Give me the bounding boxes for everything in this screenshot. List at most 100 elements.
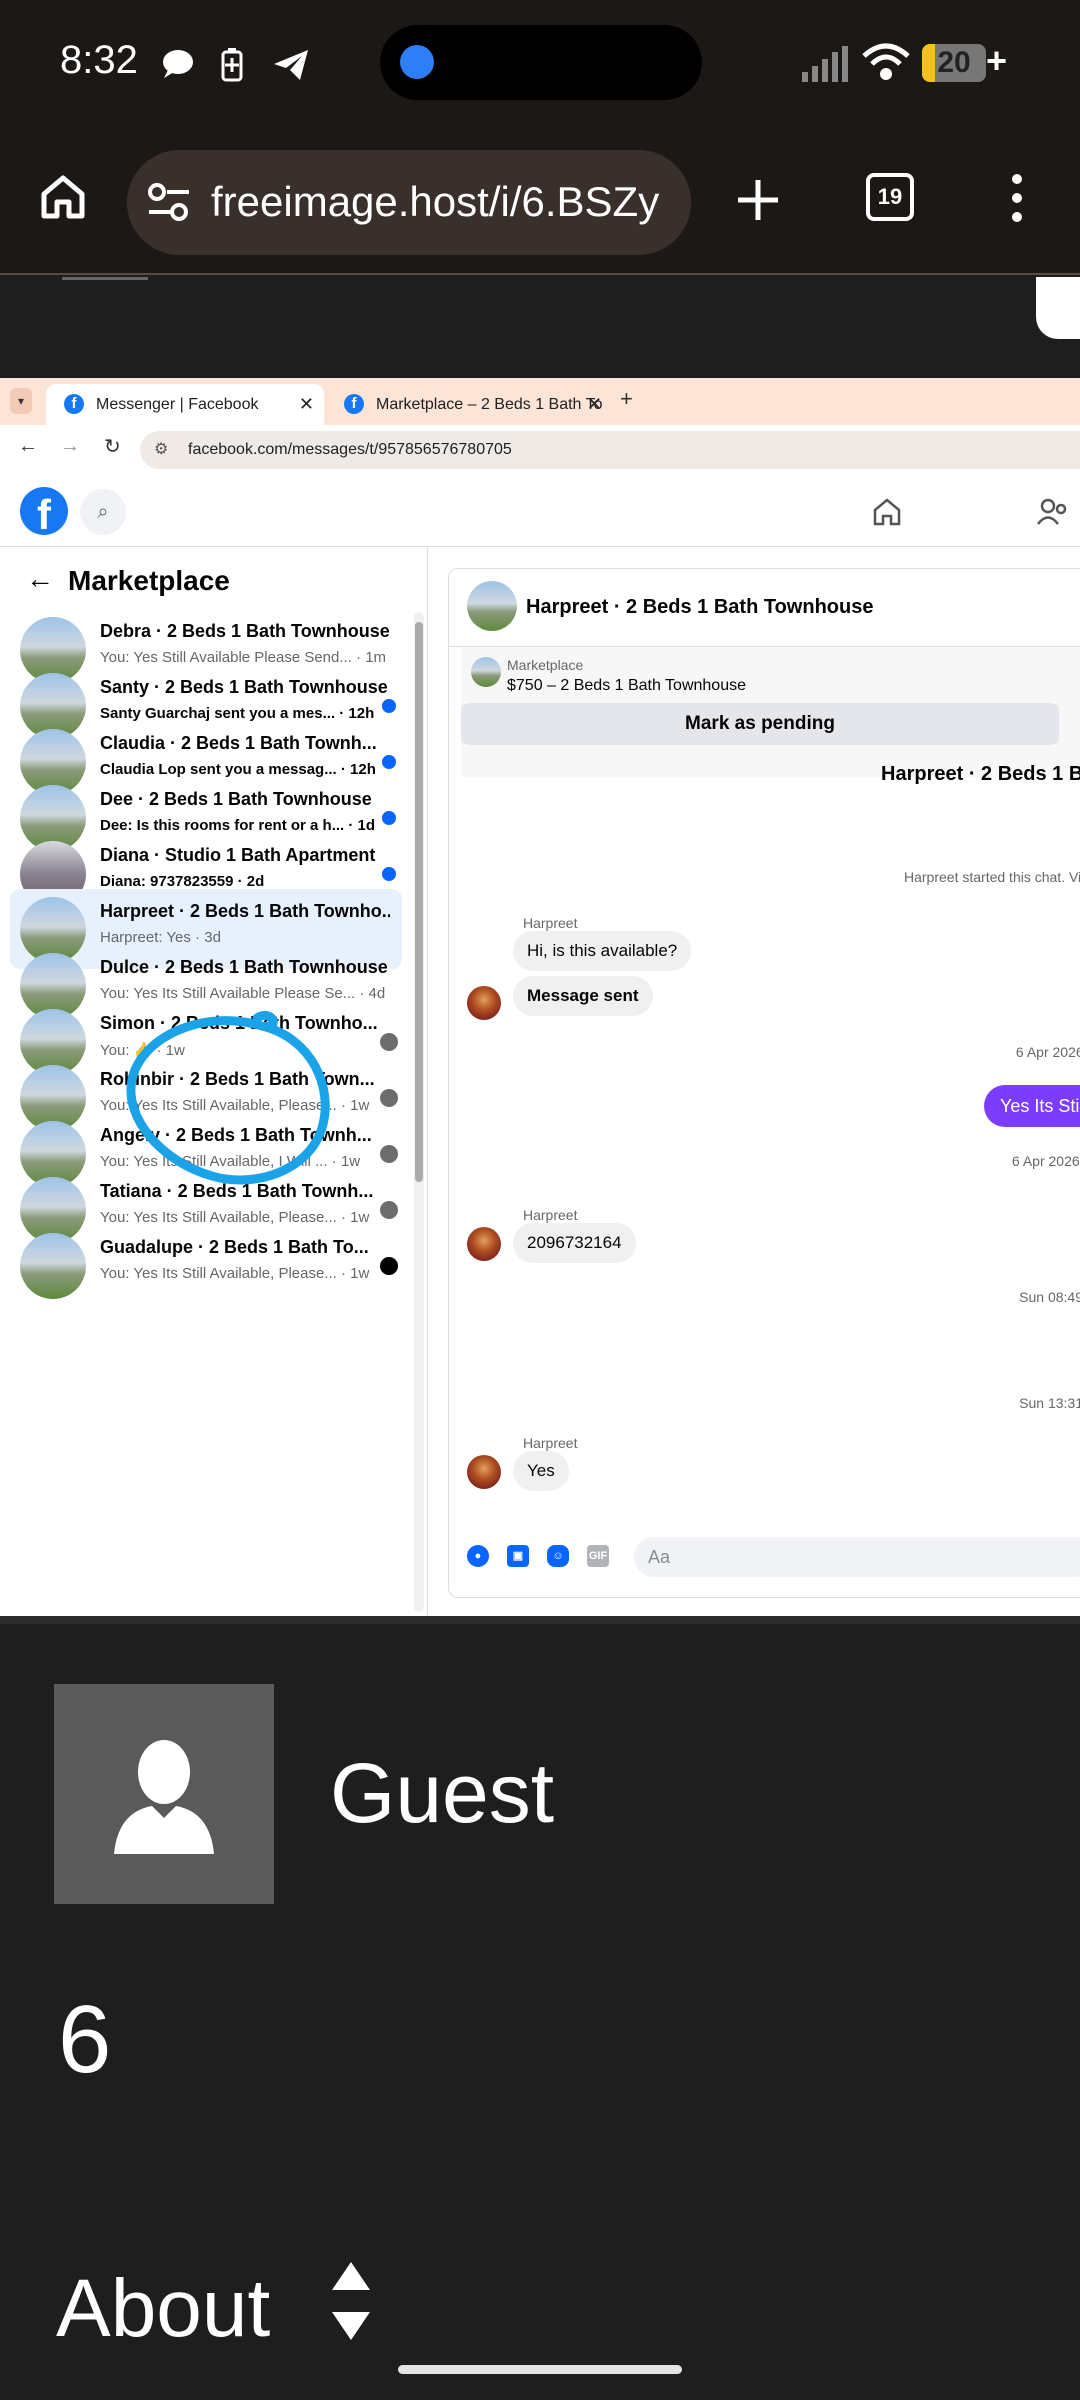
tab-messenger[interactable]: f Messenger | Facebook ✕ (46, 384, 324, 425)
listing-thumbnail[interactable] (471, 657, 501, 687)
listing-label: Marketplace (507, 657, 584, 673)
url-text: freeimage.host/i/6.BSZy (211, 178, 660, 225)
browser-tabs: ▾ f Messenger | Facebook ✕ f Marketplace – … (0, 378, 1080, 425)
unread-dot-icon (382, 755, 396, 769)
chat-preview: Dee: Is this rooms for rent or a h... · … (100, 817, 376, 834)
home-icon[interactable] (872, 497, 902, 527)
chat-name: Debra · 2 Beds 1 Bath Townhouse (100, 621, 390, 641)
sender-name: Harpreet (523, 1435, 578, 1451)
facebook-favicon: f (344, 394, 364, 414)
message-bubble[interactable]: Yes (513, 1451, 569, 1491)
close-tab-icon[interactable]: ✕ (587, 384, 602, 425)
listing-avatar (20, 1233, 86, 1299)
conversation-panel: Harpreet · 2 Beds 1 Bath Townhouse Marke… (448, 568, 1080, 1598)
seen-avatar-icon (380, 1089, 398, 1107)
new-tab-icon[interactable] (736, 178, 780, 222)
url-field[interactable]: ⚙ facebook.com/messages/t/957856576780705 (140, 431, 1080, 469)
status-time: 8:32 (60, 38, 138, 82)
screenshot-taskbar (0, 1616, 1080, 1624)
search-icon[interactable]: ⌕ (80, 489, 126, 535)
chat-name: Guadalupe · 2 Beds 1 Bath To... (100, 1237, 369, 1257)
chat-preview: You: Yes Its Still Available, Please... … (100, 1209, 370, 1226)
chat-preview: You: Yes Its Still Available, Please... … (100, 1265, 370, 1282)
sort-arrows-icon[interactable] (330, 2262, 372, 2340)
chat-list-item[interactable]: Guadalupe · 2 Beds 1 Bath To... You: Yes … (10, 1225, 402, 1305)
conversation-header: Harpreet · 2 Beds 1 Bath Townhouse (449, 569, 1080, 647)
status-bar: 8:32 20 + (0, 0, 1080, 130)
microphone-icon[interactable]: ● (467, 1545, 489, 1567)
back-arrow-icon[interactable]: ← (26, 563, 54, 595)
chat-name: Diana · Studio 1 Bath Apartment (100, 845, 376, 865)
tab-list-icon[interactable]: ▾ (10, 388, 32, 414)
message-bubble[interactable]: Hi, is this available? (513, 931, 692, 971)
chat-notification-icon (163, 50, 193, 78)
partial-button (1036, 277, 1080, 339)
conversation-title[interactable]: Harpreet · 2 Beds 1 Bath Townhouse (526, 596, 873, 619)
url-field[interactable]: freeimage.host/i/6.BSZy (127, 150, 691, 255)
tab-marketplace[interactable]: f Marketplace – 2 Beds 1 Bath To ✕ (326, 384, 612, 425)
listing-price[interactable]: $750 – 2 Beds 1 Bath Townhouse (507, 677, 746, 695)
battery-saver-icon (221, 48, 243, 82)
image-count: 6 (58, 1986, 112, 2093)
chat-name: Harpreet · 2 Beds 1 Bath Townho... (100, 901, 390, 921)
chat-intro-title: Harpreet · 2 Beds 1 Ba (881, 763, 1080, 785)
message-bubble[interactable]: Message sent (513, 976, 653, 1016)
telegram-icon (274, 50, 308, 80)
gif-icon[interactable]: GIF (587, 1545, 609, 1567)
timestamp: 6 Apr 2026, 07 (1015, 1044, 1080, 1060)
site-info-icon[interactable]: ⚙ (154, 431, 168, 469)
chat-name: Santy · 2 Beds 1 Bath Townhouse (100, 677, 388, 697)
close-tab-icon[interactable]: ✕ (299, 384, 314, 425)
unread-dot-icon (382, 811, 396, 825)
partial-divider (62, 277, 148, 280)
home-indicator[interactable] (398, 2365, 682, 2374)
scroll-thumb[interactable] (415, 622, 423, 1182)
reload-icon[interactable]: ↻ (104, 434, 121, 459)
highlight-circle-annotation (126, 1011, 330, 1185)
chat-name: Claudia · 2 Beds 1 Bath Townh... (100, 733, 377, 753)
signal-icon (802, 46, 848, 82)
message-composer: ● ▣ ☺ GIF Aa (449, 1517, 1080, 1597)
site-settings-icon[interactable] (147, 182, 191, 222)
user-avatar[interactable] (467, 1227, 501, 1261)
uploader-name[interactable]: Guest (330, 1745, 554, 1842)
battery-indicator: 20 (922, 44, 986, 82)
message-bubble[interactable]: 2096732164 (513, 1223, 636, 1263)
timestamp: Sun 08:49 (1019, 1289, 1080, 1305)
chat-preview: Claudia Lop sent you a messag... · 12h (100, 761, 376, 778)
address-bar: ← → ↻ ⚙ facebook.com/messages/t/957856576… (0, 425, 1080, 475)
timestamp: 6 Apr 2026, 13 (1011, 1153, 1080, 1169)
seen-avatar-icon (380, 1201, 398, 1219)
tab-switcher-button[interactable]: 19 (866, 173, 914, 221)
unread-dot-icon (382, 867, 396, 881)
dynamic-island (380, 25, 702, 100)
forward-icon[interactable]: → (60, 435, 80, 458)
messenger-activity-icon (400, 45, 434, 79)
sticker-icon[interactable]: ☺ (547, 1545, 569, 1567)
back-icon[interactable]: ← (18, 435, 38, 458)
message-input[interactable]: Aa (634, 1537, 1080, 1577)
seen-avatar-icon (380, 1145, 398, 1163)
chat-list-scrollbar[interactable] (414, 612, 424, 1612)
photo-icon[interactable]: ▣ (507, 1545, 529, 1567)
seen-avatar-icon (380, 1033, 398, 1051)
chat-preview: Diana: 9737823559 · 2d (100, 873, 265, 890)
about-section-title[interactable]: About (56, 2262, 270, 2356)
more-menu-icon[interactable] (1010, 172, 1024, 224)
friends-icon[interactable] (1036, 497, 1070, 527)
facebook-logo-icon[interactable]: f (20, 487, 68, 538)
user-avatar[interactable] (467, 986, 501, 1020)
chat-preview: You: Yes Still Available Please Send... … (100, 649, 387, 666)
facebook-nav: f ⌕ (0, 475, 1080, 547)
home-icon[interactable] (38, 172, 88, 222)
mark-as-pending-button[interactable]: Mark as pending (461, 703, 1059, 745)
new-tab-icon[interactable]: + (620, 386, 633, 412)
my-message-bubble[interactable]: Yes Its Still (984, 1085, 1080, 1127)
listing-avatar[interactable] (467, 581, 517, 631)
chat-started-notice: Harpreet started this chat. Vi (904, 869, 1080, 885)
battery-plus: + (986, 40, 1008, 81)
avatar (54, 1684, 274, 1904)
user-silhouette-icon (114, 1740, 214, 1854)
chat-name: Dee · 2 Beds 1 Bath Townhouse (100, 789, 372, 809)
user-avatar[interactable] (467, 1455, 501, 1489)
